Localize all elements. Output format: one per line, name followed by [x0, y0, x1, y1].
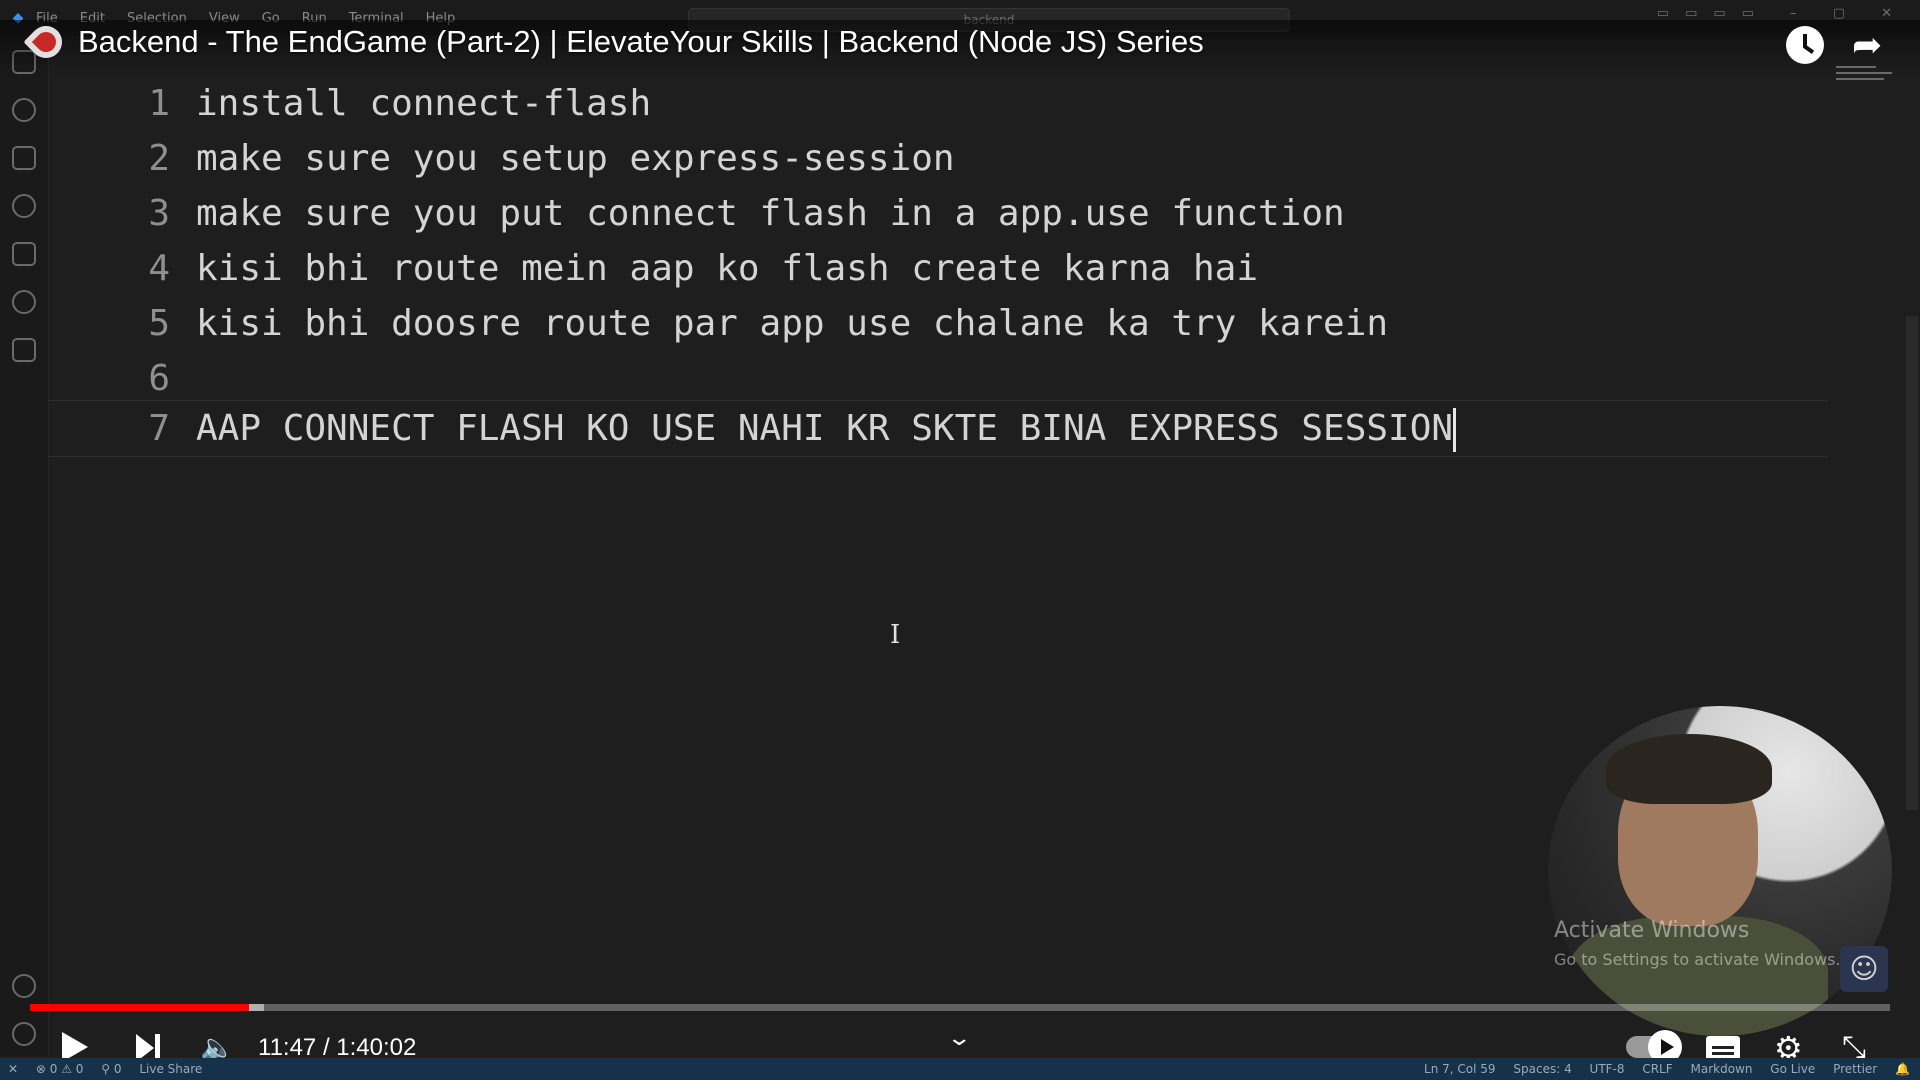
cursor-position[interactable]: Ln 7, Col 59: [1424, 1062, 1496, 1076]
search-icon[interactable]: [12, 98, 36, 122]
video-title[interactable]: Backend - The EndGame (Part-2) | Elevate…: [78, 24, 1204, 60]
remote-indicator-icon[interactable]: ✕: [8, 1062, 18, 1076]
line-number: 6: [148, 358, 170, 399]
ports-indicator[interactable]: ⚲ 0: [101, 1062, 121, 1076]
code-line: 3 make sure you put connect flash in a ap…: [48, 186, 1828, 241]
chevron-down-icon[interactable]: ⌄: [946, 1026, 972, 1051]
activity-bar: [0, 36, 49, 1056]
run-debug-icon[interactable]: [12, 242, 36, 266]
line-number: 4: [148, 248, 170, 289]
text-cursor: [1453, 408, 1457, 452]
anchor-icon[interactable]: [12, 338, 36, 362]
account-icon[interactable]: [12, 974, 36, 998]
code-line: 6: [48, 351, 1828, 406]
ibeam-cursor-icon: I: [890, 620, 901, 650]
prettier-button[interactable]: Prettier: [1833, 1062, 1877, 1076]
line-number: 1: [148, 83, 170, 124]
line-text: kisi bhi doosre route par app use chalan…: [196, 303, 1389, 344]
indentation[interactable]: Spaces: 4: [1513, 1062, 1571, 1076]
line-text: make sure you put connect flash in a app…: [196, 193, 1345, 234]
progress-played: [30, 1004, 250, 1011]
code-line: 1 install connect-flash: [48, 76, 1828, 131]
code-line: 4 kisi bhi route mein aap ko flash create…: [48, 241, 1828, 296]
line-text: make sure you setup express-session: [196, 138, 955, 179]
window-controls[interactable]: ▭▭▭▭ – ▢ ✕: [1657, 6, 1908, 21]
presenter-hair: [1606, 734, 1772, 804]
video-progress-bar[interactable]: [30, 1004, 1890, 1011]
errors-count: 0: [49, 1062, 58, 1076]
activate-windows-subtitle: Go to Settings to activate Windows.: [1554, 950, 1841, 969]
line-text: kisi bhi route mein aap ko flash create …: [196, 248, 1259, 289]
ports-count: 0: [113, 1062, 122, 1076]
line-number: 2: [148, 138, 170, 179]
source-control-icon[interactable]: [12, 194, 36, 218]
code-line: 2 make sure you setup express-session: [48, 131, 1828, 186]
end-of-line[interactable]: CRLF: [1642, 1062, 1672, 1076]
watch-later-icon[interactable]: [1786, 26, 1824, 64]
language-mode[interactable]: Markdown: [1690, 1062, 1752, 1076]
editor-scrollbar[interactable]: [1906, 316, 1918, 810]
line-text: AAP CONNECT FLASH KO USE NAHI KR SKTE BI…: [196, 408, 1454, 449]
activate-windows-title: Activate Windows: [1554, 918, 1750, 943]
line-number: 5: [148, 303, 170, 344]
line-number: 7: [148, 408, 170, 449]
progress-buffered: [249, 1004, 265, 1011]
go-live-button[interactable]: Go Live: [1770, 1062, 1815, 1076]
code-line-current: 7 AAP CONNECT FLASH KO USE NAHI KR SKTE B…: [48, 400, 1828, 457]
vscode-statusbar: ✕ ⊗ 0 ⚠ 0 ⚲ 0 Live Share Ln 7, Col 59 Sp…: [0, 1058, 1920, 1080]
share-icon[interactable]: ➦: [1852, 26, 1896, 66]
line-text: install connect-flash: [196, 83, 652, 124]
notifications-bell-icon[interactable]: 🔔: [1895, 1062, 1910, 1076]
warnings-count: 0: [75, 1062, 84, 1076]
encoding[interactable]: UTF-8: [1590, 1062, 1625, 1076]
line-number: 3: [148, 193, 170, 234]
emoji-avatar-icon[interactable]: ☺: [1840, 946, 1888, 992]
live-share-button[interactable]: Live Share: [139, 1062, 202, 1076]
remote-icon[interactable]: [12, 290, 36, 314]
extensions-icon[interactable]: [12, 146, 36, 170]
problems-indicator[interactable]: ⊗ 0 ⚠ 0: [36, 1062, 84, 1076]
code-line: 5 kisi bhi doosre route par app use chala…: [48, 296, 1828, 351]
player-controls: 🔈 11:47 / 1:40:02 ⌄ ⚙ ⤡: [0, 1016, 1920, 1066]
